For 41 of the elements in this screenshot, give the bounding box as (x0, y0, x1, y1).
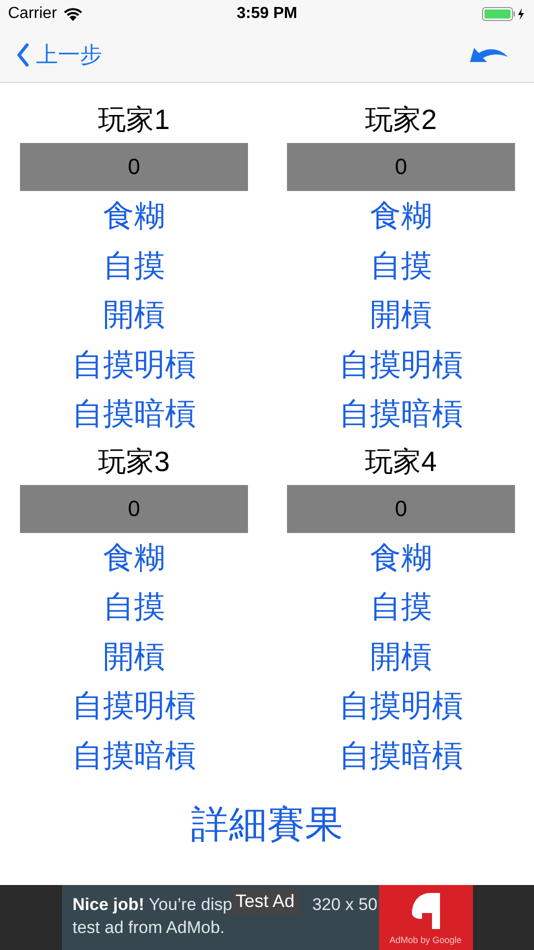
action-link[interactable]: 食糊 (103, 191, 165, 240)
action-link[interactable]: 自摸暗槓 (339, 730, 463, 780)
chevron-left-icon (16, 43, 30, 67)
player-name: 玩家3 (98, 444, 170, 478)
battery-icon (482, 7, 526, 21)
score-display: 0 (20, 143, 248, 191)
action-link[interactable]: 自摸 (370, 582, 432, 632)
action-link[interactable]: 自摸暗槓 (72, 389, 196, 438)
action-link[interactable]: 自摸 (370, 240, 432, 290)
action-link[interactable]: 食糊 (103, 532, 165, 582)
back-button[interactable]: 上一步 (16, 40, 102, 70)
action-link[interactable]: 開槓 (103, 632, 165, 681)
action-link[interactable]: 自摸明槓 (72, 681, 196, 730)
player-name: 玩家2 (365, 103, 437, 137)
score-display: 0 (287, 143, 515, 191)
player-name: 玩家4 (365, 444, 437, 478)
action-link[interactable]: 自摸暗槓 (339, 389, 463, 438)
action-link[interactable]: 開槓 (370, 290, 432, 340)
ad-text: Nice job! You’re disp (72, 894, 232, 916)
action-link[interactable]: 自摸明槓 (72, 340, 196, 389)
ad-text: test ad from AdMob. (72, 917, 226, 939)
score-display: 0 (20, 484, 248, 532)
action-link[interactable]: 食糊 (370, 532, 432, 582)
action-link[interactable]: 自摸 (103, 240, 165, 290)
test-ad-badge: Test Ad (232, 888, 299, 915)
ad-text: 320 x 50 (312, 894, 378, 916)
details-button[interactable]: 詳細賽果 (191, 794, 343, 854)
action-link[interactable]: 自摸明槓 (339, 681, 463, 730)
action-link[interactable]: 開槓 (370, 632, 432, 681)
ad-banner[interactable]: Nice job! You’re disp 320 x 50 test ad from AdMob. Test Ad AdMob by Google (62, 885, 472, 950)
player-name: 玩家1 (98, 103, 170, 137)
status-time: 3:59 PM (236, 5, 298, 23)
action-link[interactable]: 自摸明槓 (339, 340, 463, 389)
brand-text: AdMob by Google (389, 934, 462, 944)
action-link[interactable]: 自摸 (103, 582, 165, 632)
wifi-icon (62, 7, 83, 21)
action-link[interactable]: 開槓 (103, 290, 165, 340)
action-link[interactable]: 自摸暗槓 (72, 730, 196, 780)
score-display: 0 (287, 484, 515, 532)
carrier-name: Carrier (8, 5, 57, 23)
action-link[interactable]: 食糊 (370, 191, 432, 240)
